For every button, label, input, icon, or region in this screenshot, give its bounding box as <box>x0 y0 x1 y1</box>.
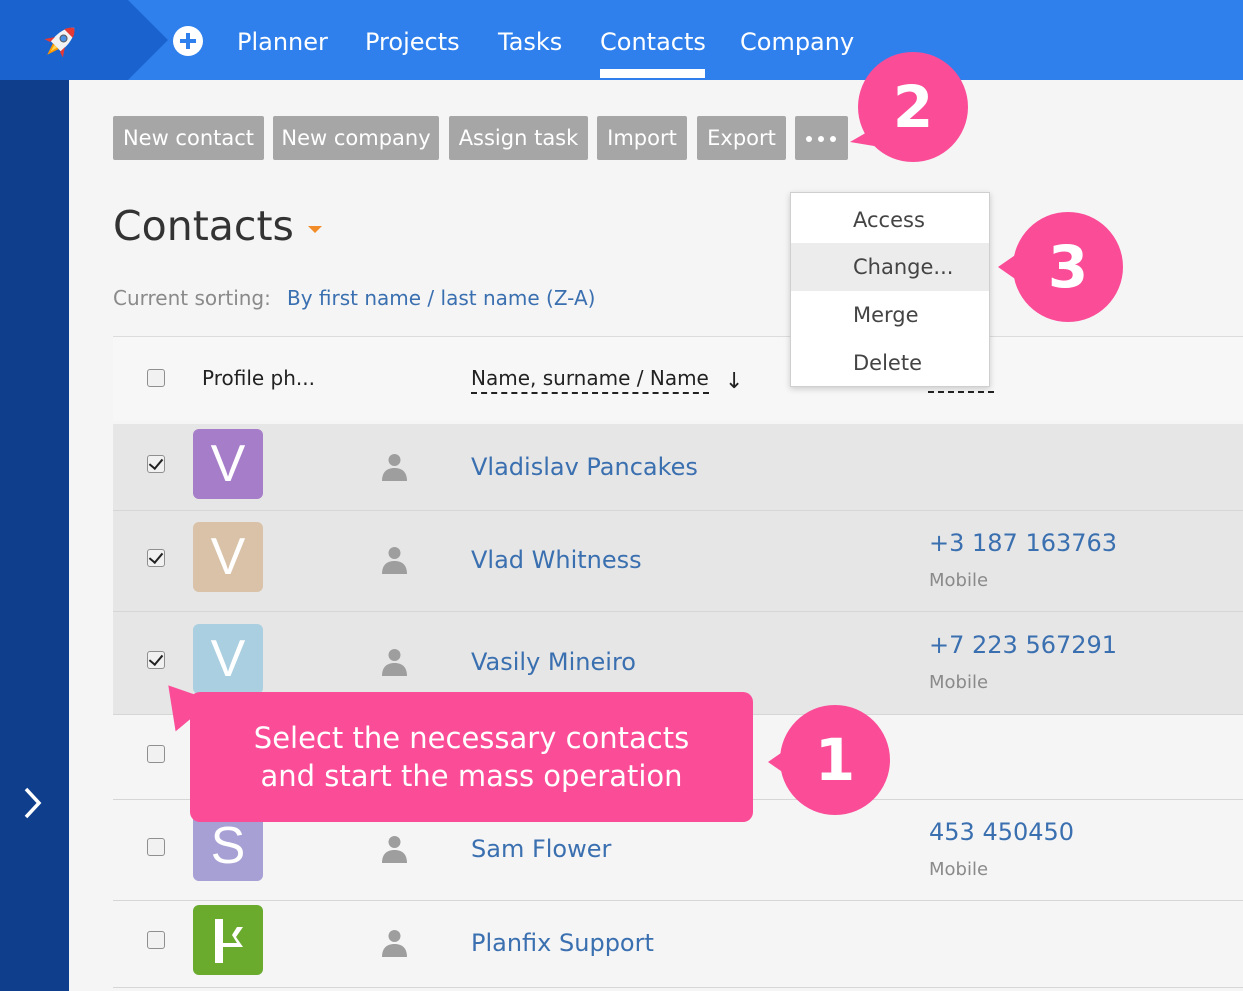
page-title: Contacts <box>113 202 294 250</box>
more-dots-icon <box>806 136 812 142</box>
contact-name-link[interactable]: Vasily Mineiro <box>471 646 636 678</box>
contact-name-link[interactable]: Sam Flower <box>471 833 611 865</box>
header-profile-photo[interactable]: Profile ph... <box>202 364 315 392</box>
more-actions-button[interactable] <box>795 116 848 160</box>
row-checkbox[interactable] <box>147 838 165 856</box>
more-dots-icon <box>830 136 836 142</box>
person-icon <box>382 547 407 574</box>
contact-name-link[interactable]: Planfix Support <box>471 927 654 959</box>
export-button[interactable]: Export <box>697 116 786 160</box>
avatar[interactable]: V <box>193 429 263 499</box>
tooltip-line-1: Select the necessary contacts <box>253 721 690 755</box>
avatar[interactable]: V <box>193 522 263 592</box>
phone-number[interactable]: 453 450450 <box>929 816 1074 848</box>
planfix-flag-logo-icon[interactable] <box>193 905 263 975</box>
nav-tasks[interactable]: Tasks <box>498 26 562 58</box>
table-row[interactable] <box>113 511 1243 611</box>
step-3-callout: 3 <box>1013 212 1123 322</box>
person-icon <box>382 930 407 957</box>
row-checkbox[interactable] <box>147 455 165 473</box>
sorting-label: Current sorting: <box>113 286 271 310</box>
step-1-callout: 1 <box>780 705 890 815</box>
title-dropdown-caret-icon[interactable] <box>308 226 322 233</box>
phone-type-label: Mobile <box>929 859 989 880</box>
top-navigation-bar: Planner Projects Tasks Contacts Company <box>0 0 1243 80</box>
logo-arrow-shape <box>128 0 168 80</box>
step-2-callout: 2 <box>858 52 968 162</box>
sorting-value-link[interactable]: By first name / last name (Z-A) <box>287 284 595 312</box>
nav-planner[interactable]: Planner <box>237 26 328 58</box>
menu-item-delete[interactable]: Delete <box>791 339 989 387</box>
person-icon <box>382 454 407 481</box>
nav-active-indicator <box>600 69 705 78</box>
row-checkbox[interactable] <box>147 651 165 669</box>
header-phone-partial[interactable] <box>928 391 994 393</box>
phone-type-label: Mobile <box>929 672 989 693</box>
contact-name-link[interactable]: Vladislav Pancakes <box>471 451 698 483</box>
person-icon <box>382 836 407 863</box>
instruction-tooltip: Select the necessary contacts and start … <box>190 692 753 822</box>
new-contact-button[interactable]: New contact <box>113 116 264 160</box>
menu-item-change[interactable]: Change... <box>791 243 989 291</box>
nav-contacts[interactable]: Contacts <box>600 26 706 58</box>
row-divider <box>113 987 1243 988</box>
row-checkbox[interactable] <box>147 745 165 763</box>
assign-task-button[interactable]: Assign task <box>449 116 588 160</box>
nav-projects[interactable]: Projects <box>365 26 460 58</box>
avatar[interactable]: V <box>193 624 263 694</box>
menu-item-access[interactable]: Access <box>791 196 989 244</box>
select-all-checkbox[interactable] <box>147 369 165 387</box>
phone-type-label: Mobile <box>929 570 989 591</box>
table-row[interactable] <box>113 901 1243 987</box>
header-name-sort[interactable]: Name, surname / Name <box>471 364 709 394</box>
add-plus-icon[interactable] <box>173 26 203 56</box>
more-actions-dropdown: Access Change... Merge Delete <box>790 192 990 387</box>
chevron-right-icon[interactable] <box>22 786 44 820</box>
new-company-button[interactable]: New company <box>273 116 439 160</box>
row-checkbox[interactable] <box>147 931 165 949</box>
more-dots-icon <box>818 136 824 142</box>
phone-number[interactable]: +7 223 567291 <box>929 629 1117 661</box>
nav-company[interactable]: Company <box>740 26 854 58</box>
phone-number[interactable]: +3 187 163763 <box>929 527 1117 559</box>
tooltip-line-2: and start the mass operation <box>260 759 683 793</box>
import-button[interactable]: Import <box>597 116 687 160</box>
contact-name-link[interactable]: Vlad Whitness <box>471 544 642 576</box>
person-icon <box>382 649 407 676</box>
sort-down-arrow-icon: ↓ <box>725 369 744 394</box>
rocket-logo-icon[interactable] <box>36 18 84 66</box>
menu-item-merge[interactable]: Merge <box>791 291 989 339</box>
left-sidebar <box>0 80 69 991</box>
row-checkbox[interactable] <box>147 549 165 567</box>
